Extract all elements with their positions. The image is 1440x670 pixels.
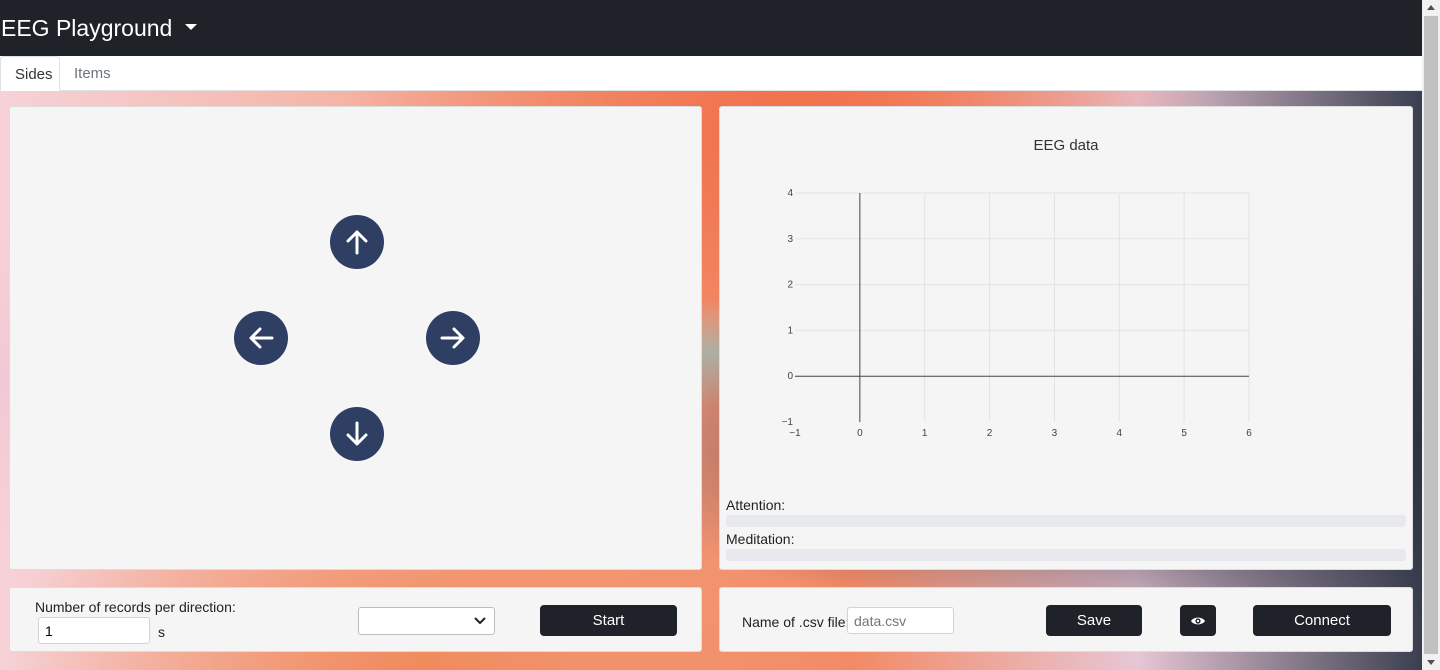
y-tick-label: 1	[787, 325, 793, 336]
y-tick-label: 0	[787, 371, 793, 382]
x-tick-label: 1	[922, 428, 928, 439]
recording-panel: Number of records per direction: s Start	[9, 587, 702, 652]
tab-bar: Sides Items	[0, 56, 1422, 91]
connect-button[interactable]: Connect	[1253, 605, 1391, 636]
seconds-unit: s	[158, 624, 165, 640]
direction-select[interactable]	[358, 607, 495, 635]
tab-sides[interactable]: Sides	[0, 56, 60, 91]
up-button[interactable]	[330, 215, 384, 269]
arrow-right-icon	[440, 327, 465, 349]
caret-down-icon	[185, 23, 198, 30]
y-tick-label: −1	[782, 417, 794, 428]
x-tick-label: 6	[1246, 428, 1252, 439]
records-input[interactable]	[38, 617, 150, 644]
eeg-plot: −1 0 1 2 3 4 5 6 −1 0 1 2 3 4	[782, 188, 1253, 439]
attention-label: Attention:	[726, 497, 786, 513]
y-tick-label: 4	[787, 188, 793, 199]
save-button[interactable]: Save	[1046, 605, 1142, 636]
y-tick-label: 2	[787, 280, 793, 291]
brand-title: EEG Playground	[1, 15, 173, 41]
arrow-up-icon	[346, 230, 368, 255]
x-tick-label: 4	[1117, 428, 1123, 439]
attention-bar	[726, 515, 1406, 527]
file-panel: Name of .csv file: Save Connect	[719, 587, 1413, 652]
view-button[interactable]	[1180, 605, 1216, 636]
chevron-down-icon	[474, 617, 486, 625]
x-tick-label: 2	[987, 428, 993, 439]
down-button[interactable]	[330, 407, 384, 461]
chart-title: EEG data	[1033, 137, 1099, 154]
page-scrollbar[interactable]	[1422, 0, 1440, 670]
csv-name-label: Name of .csv file:	[742, 614, 850, 630]
arrow-down-icon	[346, 421, 368, 446]
y-tick-label: 3	[787, 234, 793, 245]
tab-items[interactable]: Items	[60, 56, 125, 91]
arrow-left-icon	[249, 327, 274, 349]
brand-dropdown[interactable]: EEG Playground	[1, 15, 198, 42]
x-tick-label: 5	[1181, 428, 1187, 439]
navbar: EEG Playground	[0, 0, 1422, 56]
eeg-chart-panel: EEG data −1 0 1 2 3 4 5 6 −1 0 1 2 3 4 Attention: Med…	[719, 106, 1413, 570]
direction-controls-panel	[9, 106, 702, 570]
records-label: Number of records per direction:	[35, 599, 236, 615]
scroll-thumb[interactable]	[1424, 16, 1438, 654]
x-tick-label: 3	[1052, 428, 1058, 439]
meditation-label: Meditation:	[726, 531, 795, 547]
eye-icon	[1191, 617, 1205, 624]
right-button[interactable]	[426, 311, 480, 365]
x-tick-label: 0	[857, 428, 863, 439]
start-button[interactable]: Start	[540, 605, 677, 636]
scroll-up-icon[interactable]	[1427, 5, 1435, 10]
left-button[interactable]	[234, 311, 288, 365]
x-tick-label: −1	[789, 428, 801, 439]
csv-name-input[interactable]	[847, 607, 954, 634]
meditation-bar	[726, 549, 1406, 561]
scroll-down-icon[interactable]	[1427, 660, 1435, 665]
